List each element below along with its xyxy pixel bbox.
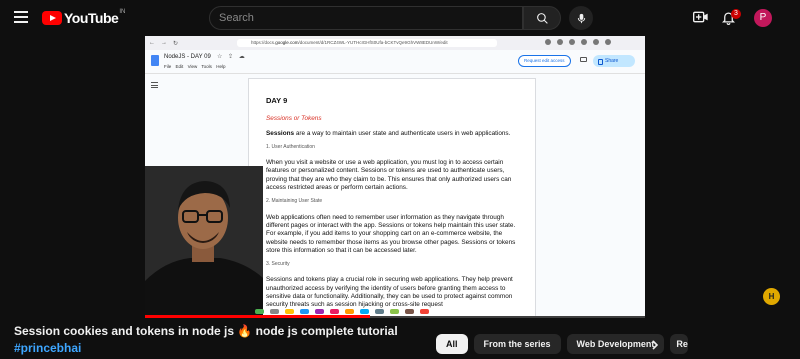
paragraph: Web applications often need to remember … (266, 213, 516, 254)
google-docs-icon (151, 55, 159, 66)
search-input[interactable]: Search (209, 6, 523, 30)
back-arrow-icon: ← (149, 40, 155, 46)
screen-taskbar (255, 309, 429, 314)
meet-camera-icon (580, 57, 587, 62)
menu-view: View (187, 64, 198, 69)
video-title: Session cookies and tokens in node js 🔥 … (14, 324, 398, 338)
presenter-silhouette (145, 166, 263, 316)
video-player[interactable]: ← → ↻ https://docs.google.com/document/d… (145, 36, 645, 316)
browser-extension-icons (545, 39, 611, 45)
url-prefix: https://docs. (251, 40, 276, 45)
chevron-right-icon (652, 340, 659, 350)
channel-watermark-badge[interactable]: H (763, 288, 780, 305)
docs-menu-bar: File Edit View Tools Help (164, 64, 225, 69)
section-heading: 2. Maintaining User State (266, 198, 323, 205)
chip-from-the-series[interactable]: From the series (473, 334, 561, 354)
screen-browser-toolbar: ← → ↻ https://docs.google.com/document/d… (145, 36, 645, 50)
menu-file: File (164, 64, 172, 69)
request-edit-button: Request edit access (518, 55, 571, 67)
docs-header: NodeJS - DAY 09 ☆ ⇪ ☁ File Edit View Too… (145, 50, 645, 74)
microphone-icon (577, 13, 585, 23)
doc-subtitle: Sessions or Tokens (266, 115, 322, 123)
intro-bold: Sessions (266, 129, 295, 137)
youtube-logo[interactable]: YouTube IN (42, 9, 126, 26)
section-heading: 1. User Authentication (266, 143, 315, 150)
menu-tools: Tools (201, 64, 212, 69)
doc-intro: Sessions are a way to maintain user stat… (266, 130, 519, 138)
star-icon: ☆ ⇪ ☁ (217, 54, 247, 60)
menu-help: Help (216, 64, 226, 69)
chips-next-button[interactable] (650, 338, 660, 356)
top-bar: YouTube IN Search 3 P (0, 0, 800, 36)
section-heading: 3. Security (266, 261, 290, 268)
hashtag-link[interactable]: #princebhai (14, 341, 81, 355)
reload-icon: ↻ (173, 40, 179, 47)
share-button: Share (593, 55, 635, 67)
progress-fill (145, 315, 370, 318)
url-domain: google.com (275, 40, 299, 45)
search-icon (536, 12, 548, 24)
logo-country-code: IN (119, 9, 126, 15)
avatar[interactable]: P (754, 9, 772, 27)
document-page: DAY 9 Sessions or Tokens Sessions are a … (248, 78, 536, 316)
presenter-webcam-overlay (145, 166, 263, 316)
search-button[interactable] (523, 6, 561, 30)
forward-arrow-icon: → (161, 40, 167, 46)
document-title: NodeJS - DAY 09 (164, 54, 211, 60)
youtube-play-icon (42, 11, 62, 25)
paragraph: When you visit a website or use a web ap… (266, 159, 512, 192)
paragraph: Sessions and tokens play a crucial role … (266, 276, 513, 309)
voice-search-button[interactable] (569, 6, 593, 30)
intro-rest: are a way to maintain user state and aut… (294, 129, 511, 137)
doc-heading: DAY 9 (266, 96, 288, 105)
outline-list-icon (151, 82, 158, 88)
logo-text: YouTube (64, 10, 119, 26)
hamburger-menu-icon[interactable] (14, 11, 28, 23)
notification-count-badge: 3 (731, 9, 741, 19)
menu-edit: Edit (175, 64, 184, 69)
video-progress-bar[interactable] (145, 315, 645, 318)
video-camera-plus-icon (693, 11, 708, 23)
url-path: /document/d/1RCZ4WL-YUTHcIGHfS0Ufa-bCKTv… (298, 40, 448, 45)
chip-partial[interactable]: Re (670, 334, 689, 354)
chip-all[interactable]: All (436, 334, 468, 354)
create-video-button[interactable] (693, 10, 709, 29)
address-bar: https://docs.google.com/document/d/1RCZ4… (237, 39, 497, 47)
